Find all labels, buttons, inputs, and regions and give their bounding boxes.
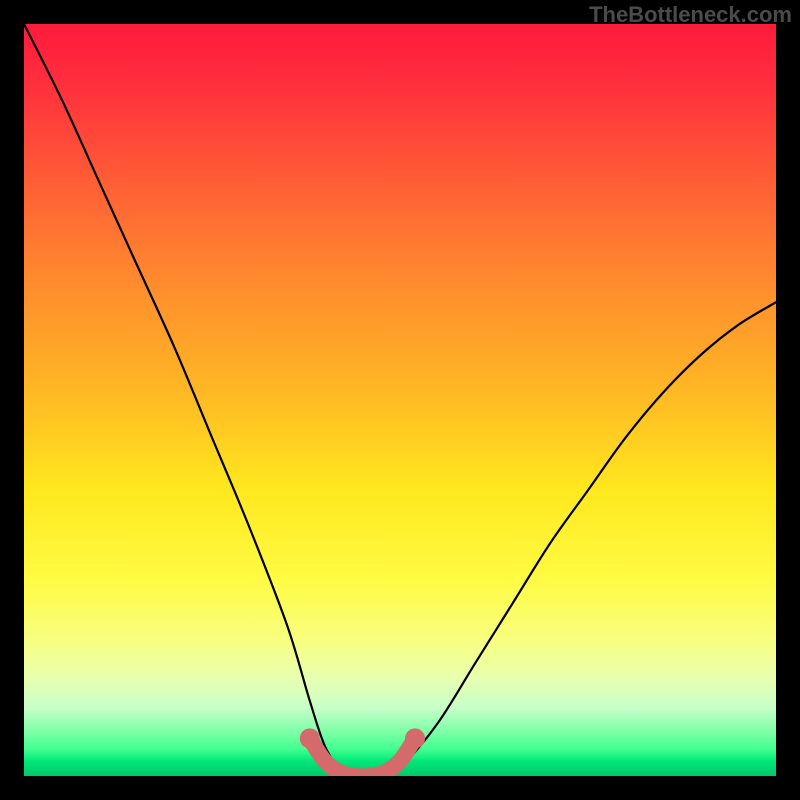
chart-frame: TheBottleneck.com <box>0 0 800 800</box>
plot-area <box>24 24 776 776</box>
bottleneck-curve <box>24 24 776 776</box>
chart-svg <box>24 24 776 776</box>
optimal-range-marker <box>310 738 415 776</box>
optimal-endpoint-dot <box>300 728 320 748</box>
optimal-endpoint-dot <box>405 728 425 748</box>
